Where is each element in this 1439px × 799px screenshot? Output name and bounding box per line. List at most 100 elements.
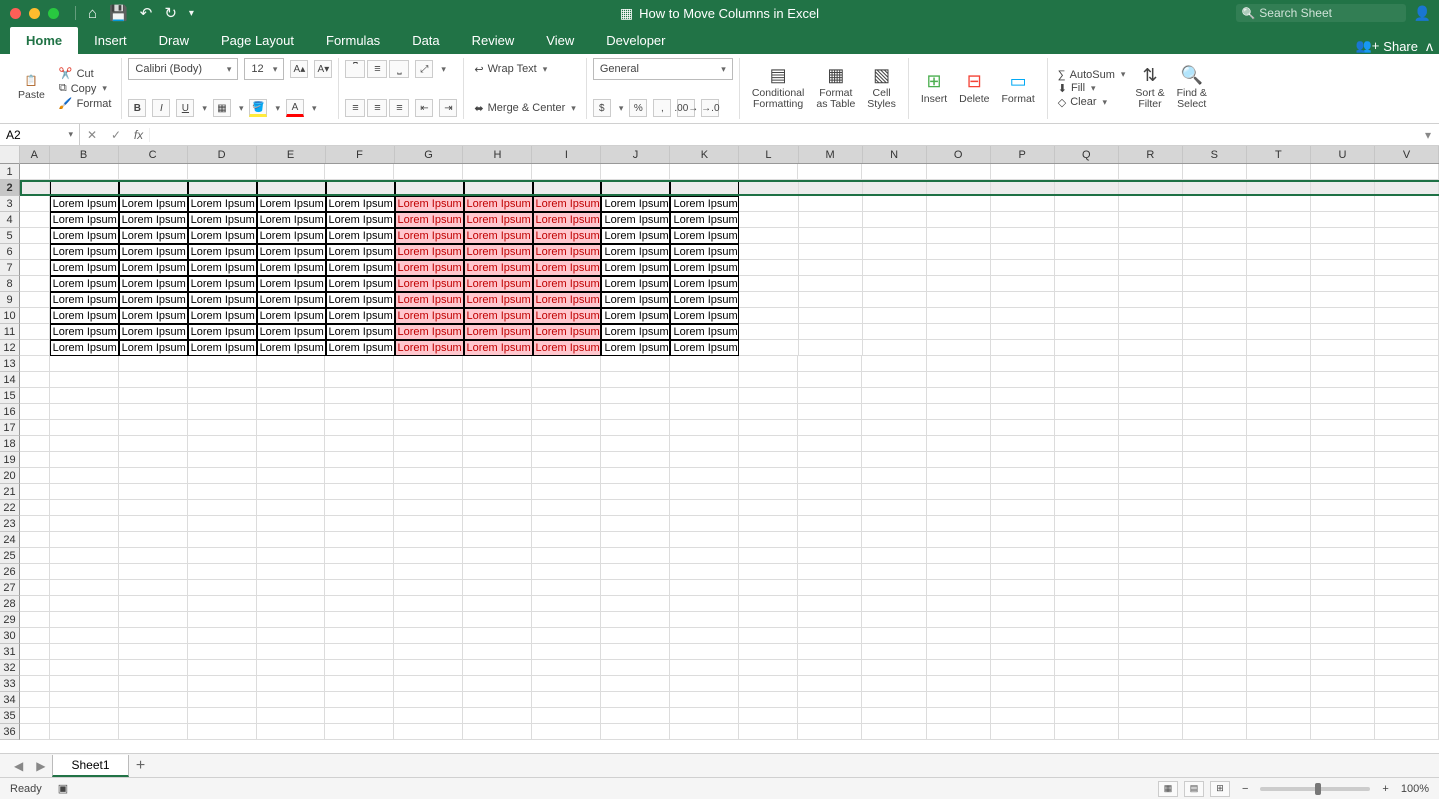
cell[interactable] — [670, 564, 739, 580]
cell[interactable] — [799, 212, 863, 228]
collapse-ribbon-icon[interactable]: ʌ — [1426, 38, 1433, 54]
row-header[interactable]: 35 — [0, 708, 20, 724]
cell[interactable]: Lorem Ipsum — [257, 260, 326, 276]
cell[interactable] — [119, 388, 188, 404]
cell[interactable] — [1183, 164, 1247, 180]
row-header[interactable]: 27 — [0, 580, 20, 596]
cell[interactable] — [1055, 692, 1119, 708]
undo-icon[interactable]: ↶ — [134, 4, 159, 22]
cell[interactable] — [927, 644, 991, 660]
cell[interactable]: Lorem Ipsum — [119, 340, 188, 356]
cell[interactable] — [1311, 164, 1375, 180]
cell[interactable] — [532, 404, 601, 420]
cell[interactable] — [799, 308, 863, 324]
cell[interactable] — [188, 692, 257, 708]
cell[interactable] — [862, 532, 926, 548]
cell[interactable] — [325, 500, 394, 516]
cell[interactable] — [1119, 244, 1183, 260]
cell[interactable] — [927, 420, 991, 436]
cell[interactable] — [1183, 292, 1247, 308]
cell[interactable] — [862, 436, 926, 452]
name-box[interactable]: A2▾ — [0, 124, 80, 145]
cell[interactable]: Lorem Ipsum — [119, 292, 188, 308]
cell[interactable] — [188, 484, 257, 500]
cell[interactable] — [326, 180, 395, 196]
cell[interactable]: Lorem Ipsum — [464, 308, 533, 324]
cell[interactable] — [1055, 244, 1119, 260]
cell[interactable] — [798, 404, 862, 420]
cell[interactable] — [862, 484, 926, 500]
cell[interactable] — [991, 164, 1055, 180]
cell[interactable] — [119, 564, 188, 580]
cell[interactable] — [991, 308, 1055, 324]
cell[interactable] — [119, 164, 188, 180]
cell[interactable] — [532, 452, 601, 468]
cell[interactable]: Lorem Ipsum — [326, 340, 395, 356]
cell[interactable] — [1311, 548, 1375, 564]
cell-styles-button[interactable]: ▧Cell Styles — [861, 64, 902, 113]
cell[interactable] — [394, 548, 463, 564]
cell[interactable] — [739, 724, 798, 740]
cell[interactable] — [739, 228, 798, 244]
cell[interactable] — [257, 724, 326, 740]
cell[interactable] — [991, 548, 1055, 564]
cell[interactable] — [50, 372, 119, 388]
row-header[interactable]: 21 — [0, 484, 20, 500]
cell[interactable] — [670, 436, 739, 452]
cell[interactable] — [1055, 436, 1119, 452]
cell[interactable] — [670, 612, 739, 628]
cell[interactable] — [188, 164, 257, 180]
cell[interactable] — [739, 180, 798, 196]
cell[interactable] — [1183, 228, 1247, 244]
cell[interactable] — [1247, 356, 1311, 372]
cell[interactable] — [50, 388, 119, 404]
cell[interactable]: Lorem Ipsum — [188, 324, 257, 340]
cell[interactable] — [1055, 324, 1119, 340]
font-name-select[interactable]: Calibri (Body)▾ — [128, 58, 238, 80]
cell[interactable] — [1247, 628, 1311, 644]
cell[interactable]: Lorem Ipsum — [188, 212, 257, 228]
cell[interactable] — [50, 164, 119, 180]
cell[interactable] — [1247, 692, 1311, 708]
cell[interactable] — [325, 516, 394, 532]
fx-icon[interactable]: fx — [128, 128, 150, 142]
cell[interactable] — [394, 724, 463, 740]
cell[interactable] — [670, 164, 739, 180]
row-header[interactable]: 7 — [0, 260, 20, 276]
expand-formula-bar-icon[interactable]: ▾ — [1417, 128, 1439, 142]
cell[interactable] — [188, 580, 257, 596]
cell[interactable]: Lorem Ipsum — [395, 244, 464, 260]
cell[interactable] — [798, 628, 862, 644]
cell[interactable] — [1375, 164, 1439, 180]
cell[interactable] — [1055, 164, 1119, 180]
row-header[interactable]: 28 — [0, 596, 20, 612]
paste-button[interactable]: 📋 Paste — [12, 74, 51, 103]
cell[interactable] — [325, 692, 394, 708]
format-cells-button[interactable]: ▭Format — [996, 70, 1041, 107]
save-icon[interactable]: 💾 — [103, 4, 134, 22]
cell[interactable]: Lorem Ipsum — [257, 244, 326, 260]
cell[interactable] — [1055, 548, 1119, 564]
cell[interactable] — [119, 676, 188, 692]
cell[interactable] — [325, 468, 394, 484]
cell[interactable]: Lorem Ipsum — [188, 228, 257, 244]
cell[interactable] — [257, 532, 326, 548]
cell[interactable] — [463, 724, 532, 740]
cell[interactable] — [188, 676, 257, 692]
cell[interactable] — [1247, 548, 1311, 564]
cell[interactable] — [862, 468, 926, 484]
cell[interactable] — [991, 436, 1055, 452]
qat-more-icon[interactable]: ▾ — [183, 8, 200, 19]
cell[interactable] — [1055, 612, 1119, 628]
cell[interactable] — [1183, 436, 1247, 452]
cell[interactable] — [927, 244, 991, 260]
cell[interactable]: Lorem Ipsum — [257, 276, 326, 292]
cell[interactable] — [739, 308, 798, 324]
cell[interactable] — [325, 420, 394, 436]
row-header[interactable]: 16 — [0, 404, 20, 420]
cell[interactable] — [119, 692, 188, 708]
cell[interactable] — [927, 708, 991, 724]
cell[interactable] — [1119, 452, 1183, 468]
cell[interactable] — [532, 500, 601, 516]
row-header[interactable]: 8 — [0, 276, 20, 292]
